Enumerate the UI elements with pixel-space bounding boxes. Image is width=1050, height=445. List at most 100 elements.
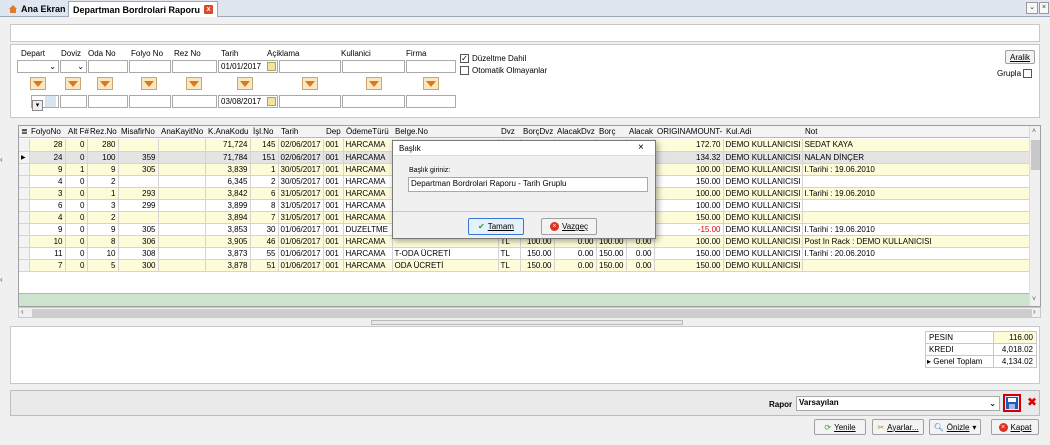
row-indicator[interactable] [19,175,30,188]
column-header[interactable]: Kul.Adi [726,127,751,136]
row-indicator[interactable] [19,223,30,236]
scroll-right-icon[interactable]: › [1033,307,1036,316]
firma-to-input[interactable] [406,95,456,108]
column-chooser-icon[interactable]: ≣ [21,127,28,136]
date-to-input[interactable]: 03/08/2017 [218,95,278,108]
kullanici-to-input[interactable] [342,95,405,108]
column-header[interactable]: Alt F# [68,127,89,136]
column-header[interactable]: K.AnaKodu [208,127,248,136]
chevron-down-icon[interactable]: ⌄ [989,398,996,409]
row-indicator[interactable] [19,163,30,176]
row-indicator[interactable] [19,139,30,152]
checkbox-icon[interactable] [460,66,469,75]
column-header[interactable]: Rez.No [90,127,117,136]
aciklama-input[interactable] [279,60,341,73]
close-icon[interactable]: × [1039,2,1049,14]
date-from-input[interactable]: 01/01/2017 [218,60,278,73]
column-header[interactable]: FolyoNo [31,127,61,136]
column-header[interactable]: MisafirNo [121,127,155,136]
splitter-handle[interactable] [371,320,683,325]
column-header[interactable]: AlacakDvz [557,127,595,136]
doviz-to-input[interactable] [60,95,87,108]
kapat-button[interactable]: × Kapat [991,419,1039,435]
column-header[interactable]: İşl.No [253,127,273,136]
close-icon[interactable]: × [638,142,644,153]
arrow-down-icon[interactable] [30,77,46,90]
rez-no-to-input[interactable] [172,95,217,108]
column-header[interactable]: Belge.No [395,127,428,136]
aralik-button[interactable]: Aralik [1005,50,1035,64]
column-header[interactable]: AnaKayitNo [161,127,203,136]
duzeltme-dahil-checkbox[interactable]: ✓ Düzeltme Dahil [460,54,526,63]
scrollbar-thumb[interactable] [1031,140,1040,170]
tab-departman-bordrolari[interactable]: Departman Bordrolari Raporu x [68,1,219,17]
onizle-button[interactable]: 🔍︎ Önizle ▾ [929,419,981,435]
row-indicator[interactable] [19,211,30,224]
oda-no-input[interactable] [88,60,128,73]
yenile-button[interactable]: ⟳ Yenile [814,419,866,435]
column-header[interactable]: Tarih [281,127,298,136]
rapor-select[interactable]: Varsayılan ⌄ [796,396,1000,411]
tab-ana-ekran[interactable]: Ana Ekran [4,1,70,17]
arrow-down-icon[interactable] [423,77,439,90]
column-header[interactable]: Dvz [501,127,515,136]
column-header[interactable]: Borç [599,127,615,136]
splitter-arrow-icon[interactable]: ‹ [0,275,3,284]
scroll-up-icon[interactable]: ˄ [1032,128,1036,135]
arrow-down-icon[interactable] [97,77,113,90]
arrow-down-icon[interactable] [302,77,318,90]
scrollbar-thumb[interactable] [32,309,1032,317]
folyo-no-input[interactable] [129,60,171,73]
baslik-input[interactable]: Departman Bordrolari Raporu - Tarih Grup… [408,177,648,192]
doviz-select[interactable]: ⌄ [60,60,87,73]
row-indicator[interactable] [19,235,30,248]
row-indicator[interactable] [19,199,30,212]
chevron-down-icon[interactable]: ⌄ [1026,2,1038,14]
oda-no-to-input[interactable] [88,95,128,108]
dropdown-icon[interactable]: ▾ [32,100,43,111]
column-header[interactable]: Alacak [629,127,653,136]
row-indicator[interactable] [19,247,30,260]
arrow-down-icon[interactable] [366,77,382,90]
column-header[interactable]: BorçDvz [523,127,553,136]
folyo-no-to-input[interactable] [129,95,171,108]
vertical-scrollbar[interactable]: ˄ ˅ [1029,126,1040,306]
arrow-down-icon[interactable] [65,77,81,90]
kullanici-input[interactable] [342,60,405,73]
row-indicator[interactable] [19,259,30,272]
close-icon[interactable]: x [204,5,214,14]
arrow-down-icon[interactable] [141,77,157,90]
checkbox-checked-icon[interactable]: ✓ [460,54,469,63]
otomatik-olmayanlar-checkbox[interactable]: Otomatik Olmayanlar [460,66,547,75]
arrow-down-icon[interactable] [186,77,202,90]
grupla-checkbox[interactable]: Grupla [997,69,1033,78]
rez-no-input[interactable] [172,60,217,73]
delete-icon[interactable]: ✖ [1027,395,1037,409]
arrow-down-icon[interactable] [237,77,253,90]
chevron-down-icon[interactable]: ▾ [972,423,976,432]
aciklama-to-input[interactable] [279,95,341,108]
vazgec-button[interactable]: × Vazgeç [541,218,597,235]
checkbox-icon[interactable] [1023,69,1033,78]
scroll-down-icon[interactable]: ˅ [1032,296,1036,303]
splitter-arrow-icon[interactable]: ‹ [0,155,3,164]
horizontal-scrollbar[interactable]: ‹ › [18,307,1041,318]
ayarlar-button[interactable]: ✂ Ayarlar... [872,419,924,435]
column-header[interactable]: Not [805,127,817,136]
column-header[interactable]: Dep [326,127,341,136]
scroll-left-icon[interactable]: ‹ [21,307,24,316]
firma-input[interactable] [406,60,456,73]
save-button[interactable] [1003,394,1021,412]
grid-icon[interactable] [45,96,57,107]
row-indicator[interactable]: ▶ [19,151,30,164]
depart-multi-select[interactable]: ▾ [31,95,59,111]
row-indicator[interactable] [19,187,30,200]
table-row[interactable]: 11 0 10 308 3,873 55 01/06/2017 001 HARCAMA T-ODA… [19,247,1030,260]
column-header[interactable]: ÖdemeTürü [346,127,389,136]
column-header[interactable]: ORIGINAMOUNT- [657,127,722,136]
depart-select[interactable]: ⌄ [17,60,59,73]
calendar-icon[interactable] [267,97,276,106]
table-row[interactable]: 7 0 5 300 3,878 51 01/06/2017 001 HARCAMA ODA ÜCR… [19,259,1030,272]
calendar-icon[interactable] [267,62,276,71]
tamam-button[interactable]: ✔ Tamam [468,218,524,235]
